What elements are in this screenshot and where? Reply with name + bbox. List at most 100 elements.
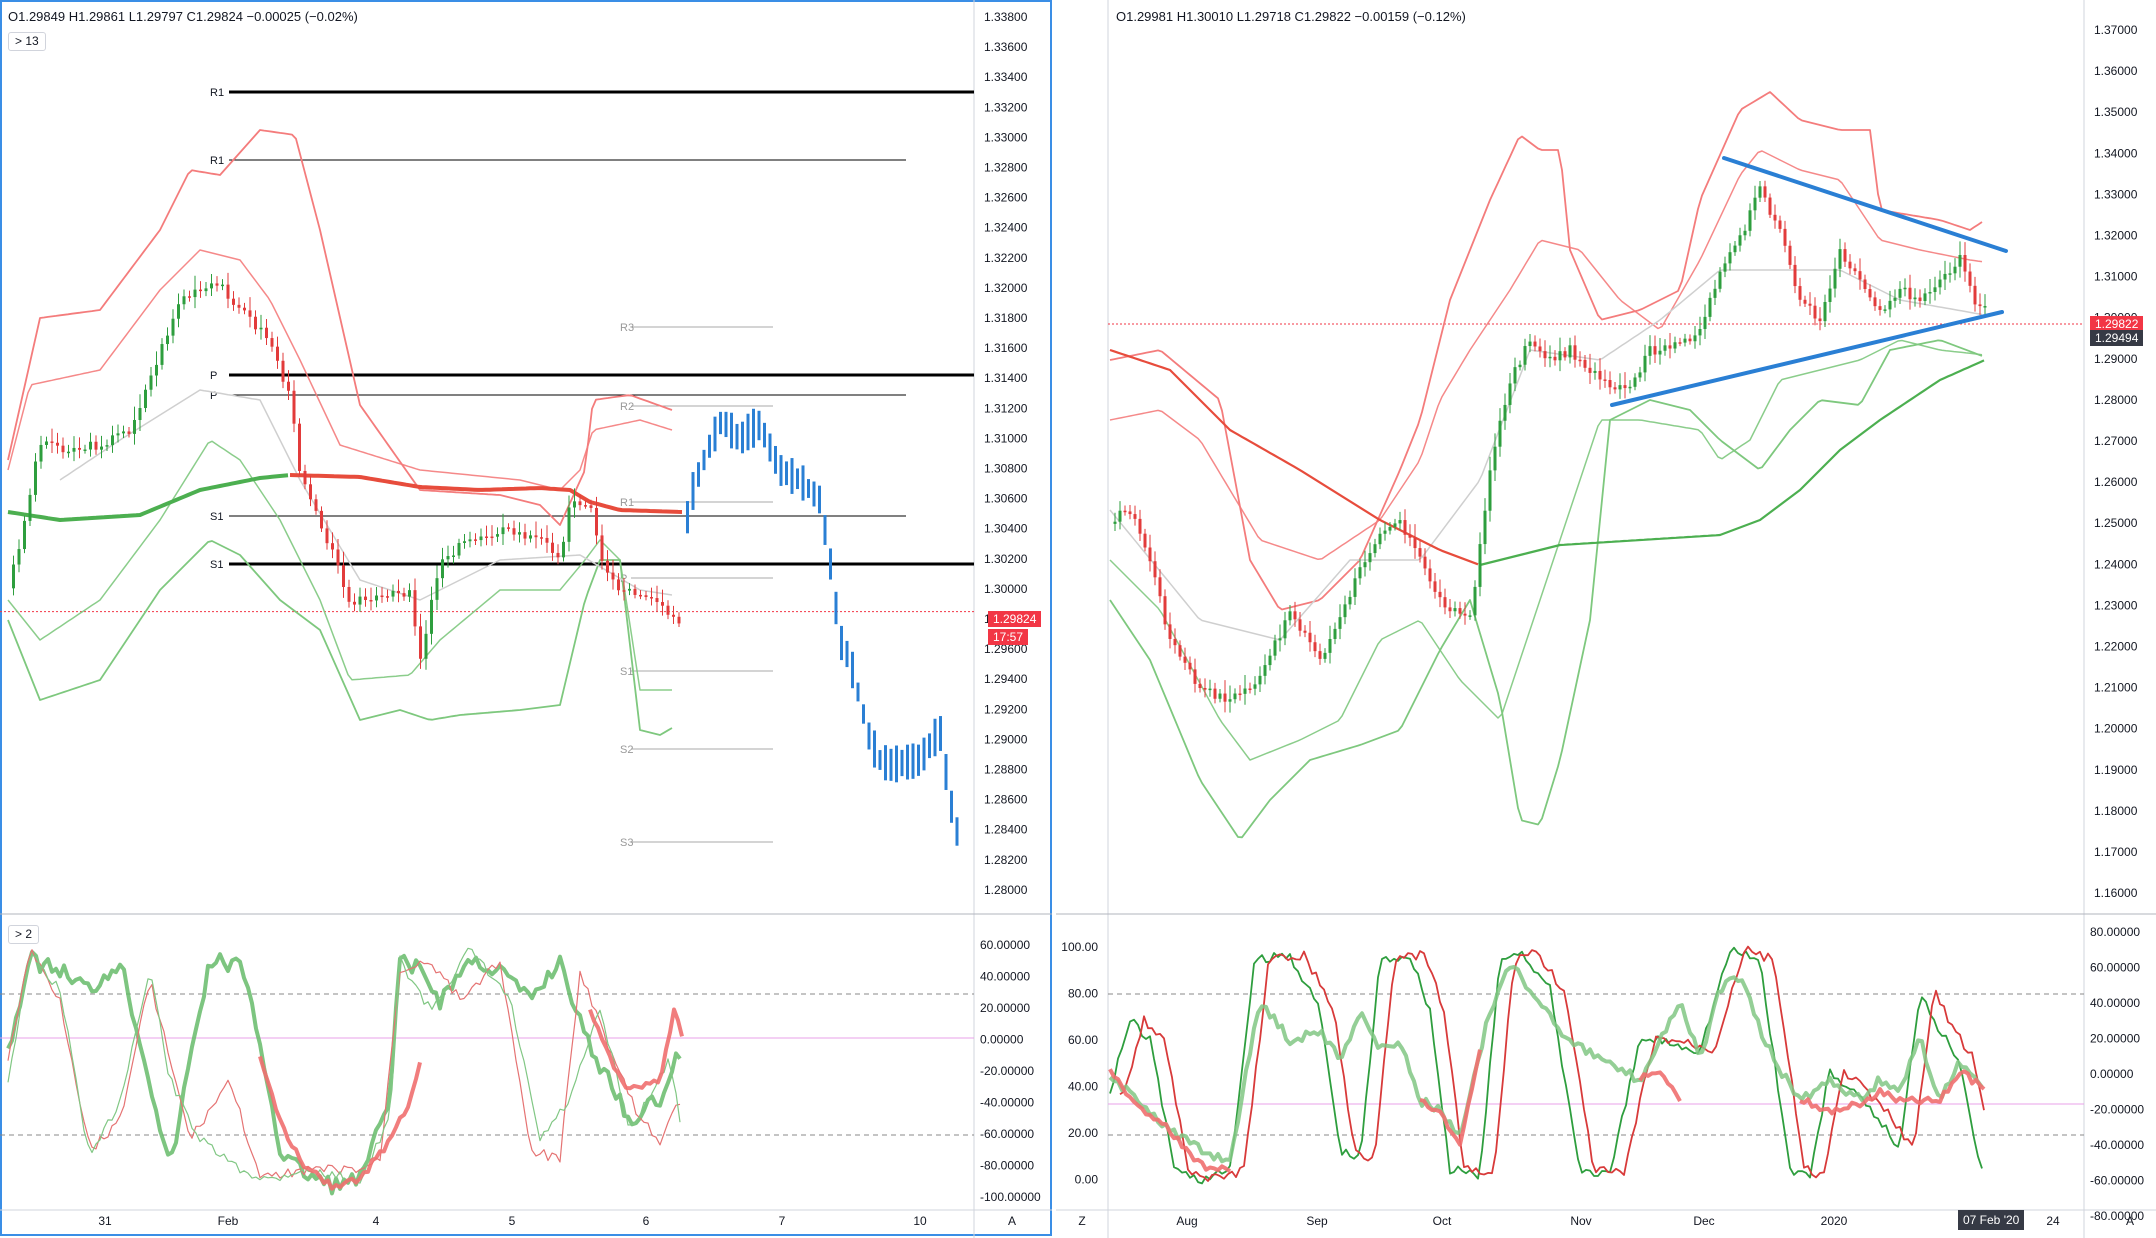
right-osc-right-tick: 60.00000 (2090, 961, 2140, 975)
left-x-tick: 7 (779, 1214, 786, 1228)
right-candle-body (1843, 249, 1847, 262)
right-y-tick: 1.20000 (2094, 722, 2138, 736)
left-candle-body (182, 296, 186, 305)
right-candle-body (1533, 341, 1537, 347)
right-candle-body (1348, 596, 1352, 605)
right-candle-body (1903, 287, 1907, 290)
right-candle-body (1528, 341, 1532, 347)
right-candle-body (1763, 186, 1767, 198)
left-osc-y-tick: -20.00000 (980, 1064, 1034, 1078)
left-indicators-toggle[interactable]: > 13 (8, 32, 46, 51)
right-candle-body (1563, 351, 1567, 358)
left-y-tick: 1.28000 (984, 883, 1028, 897)
left-osc-y-tick: -80.00000 (980, 1159, 1034, 1173)
left-candle-body (391, 590, 395, 597)
right-candle-body (1523, 346, 1527, 365)
bb-inner-upper (7, 249, 673, 491)
left-candle-body (441, 559, 444, 579)
right-candle-body (1273, 640, 1277, 656)
bb-outer-lower (7, 540, 673, 736)
left-candle-body (215, 283, 219, 286)
right-candle-body (1278, 638, 1282, 641)
right-candle-body (1318, 651, 1322, 659)
right-y-tick: 1.21000 (2094, 681, 2138, 695)
left-candle-body (463, 541, 466, 543)
right-oscillator-plot (1108, 945, 2084, 1185)
right-candle-body (1918, 297, 1922, 302)
right-candle-body (1933, 287, 1937, 293)
right-candle-body (1628, 386, 1632, 389)
left-osc-toggle[interactable]: > 2 (8, 925, 40, 944)
right-candle-body (1223, 693, 1227, 702)
right-osc-main-red-3 (1638, 1070, 1682, 1103)
left-candle-body (100, 446, 103, 450)
left-y-tick: 1.28200 (984, 853, 1028, 867)
left-candle-body (331, 543, 334, 550)
right-candle-body (1643, 355, 1647, 373)
left-candle-body (600, 535, 604, 561)
left-y-tick: 1.32200 (984, 251, 1028, 265)
right-osc-right-tick: 80.00000 (2090, 925, 2140, 939)
right-date-badge: 07 Feb '20 (1958, 1210, 2025, 1230)
right-candle-body (1138, 518, 1142, 534)
left-y-tick: 1.30000 (984, 582, 1028, 596)
right-y-tick: 1.18000 (2094, 804, 2138, 818)
left-x-tick: 10 (913, 1214, 927, 1228)
right-candle-body (1658, 350, 1662, 355)
right-candle-body (1828, 288, 1832, 302)
right-candle-body (1228, 699, 1232, 702)
right-candle-body (1363, 562, 1367, 568)
right-candle-body (1353, 578, 1357, 597)
left-y-tick: 1.32600 (984, 191, 1028, 205)
right-y-tick: 1.22000 (2094, 640, 2138, 654)
left-osc-y-tick: -60.00000 (980, 1127, 1034, 1141)
left-candle-body (309, 484, 312, 500)
right-candle-body (1588, 367, 1592, 373)
left-candle-body (94, 441, 98, 450)
right-candle-body (1343, 604, 1347, 618)
right-candle-body (1288, 611, 1292, 621)
left-candle-body (28, 494, 32, 521)
right-candle-body (1898, 288, 1902, 298)
left-y-tick: 1.28400 (984, 823, 1028, 837)
left-candle-body (34, 461, 37, 495)
right-y-tick: 1.26000 (2094, 475, 2138, 489)
left-y-tick: 1.31800 (984, 311, 1028, 325)
right-candle-body (1678, 342, 1682, 344)
right-y-tick: 1.19000 (2094, 763, 2138, 777)
left-candle-body (490, 536, 494, 539)
left-candle-body (17, 549, 21, 565)
left-candle-body (529, 535, 532, 539)
right-osc-right-tick: -20.00000 (2090, 1103, 2144, 1117)
left-candle-body (78, 447, 81, 450)
right-candle-body (1568, 345, 1572, 358)
right-y-tick: 1.17000 (2094, 845, 2138, 859)
right-candle-body (1393, 523, 1397, 527)
right-candle-body (1463, 613, 1467, 616)
right-y-tick: 1.36000 (2094, 64, 2138, 78)
right-candle-body (1718, 271, 1722, 289)
right-candle-body (1123, 510, 1127, 513)
right-candle-body (1748, 210, 1752, 231)
left-candle-body (336, 549, 340, 566)
right-osc-right-tick: 20.00000 (2090, 1032, 2140, 1046)
left-candle-body (452, 555, 455, 557)
right-osc-right-tick: -80.00000 (2090, 1209, 2144, 1223)
right-candle-body (1513, 367, 1517, 384)
right-candle-body (1408, 534, 1412, 538)
left-y-tick: 1.30200 (984, 552, 1028, 566)
right-candle-body (1303, 630, 1307, 633)
right-candle-body (1743, 230, 1747, 236)
left-candle-body (248, 310, 252, 317)
pivot-label: R1 (210, 87, 224, 99)
pivot-label: R2 (620, 401, 634, 413)
left-candle-body (666, 605, 670, 615)
left-candle-body (177, 304, 180, 319)
right-candle-body (1813, 305, 1817, 319)
left-candle-body (221, 284, 224, 287)
left-candle-body (67, 451, 70, 454)
pivot-label: R1 (210, 155, 224, 167)
right-candle-body (1338, 617, 1342, 629)
sma-green (7, 473, 289, 522)
left-price-badge: 1.29824 (988, 611, 1042, 627)
